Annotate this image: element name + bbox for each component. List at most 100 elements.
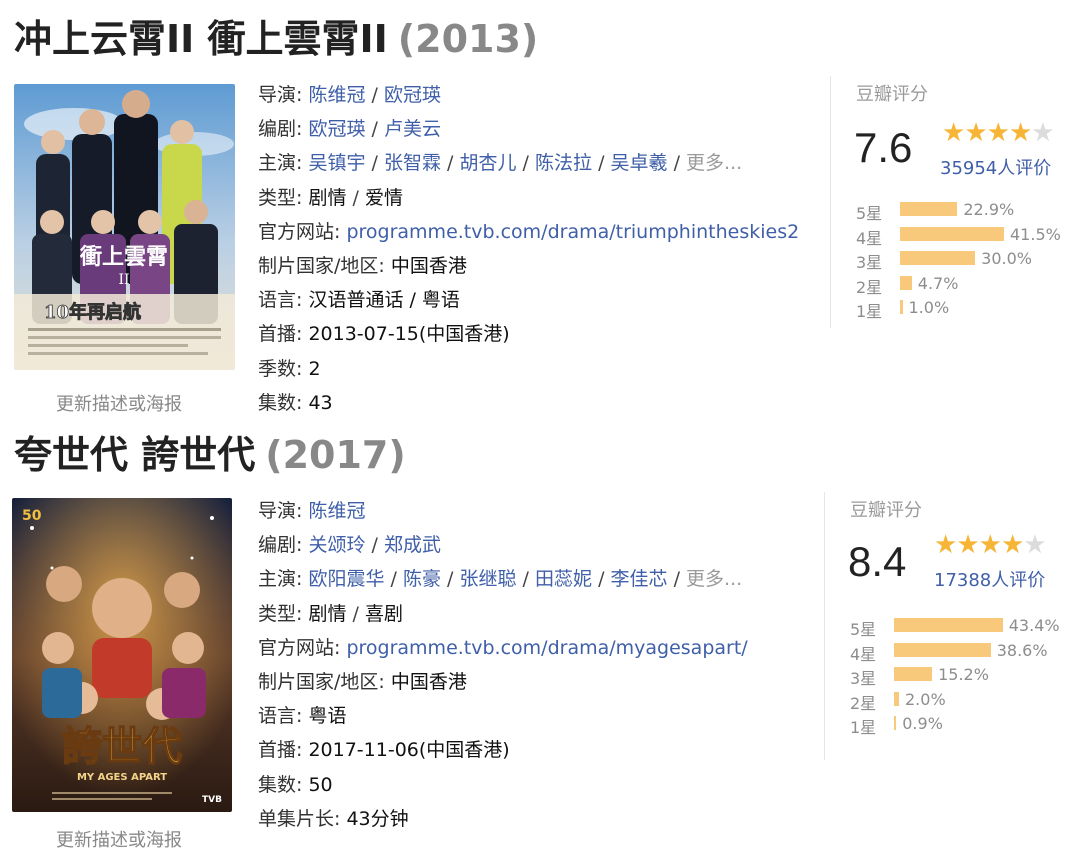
writer-link[interactable]: 欧冠瑛: [308, 118, 365, 140]
title-text: 冲上云霄II 衝上雲霄II: [14, 17, 388, 61]
rating-bar-row: 5星 22.9%: [856, 198, 1056, 223]
official-site-link[interactable]: programme.tvb.com/drama/triumphintheskie…: [346, 221, 799, 243]
info-panel: 导演: 陈维冠 / 欧冠瑛 编剧: 欧冠瑛 / 卢美云 主演: 吴镇宇 / 张智…: [258, 78, 799, 420]
genre-value: 剧情: [308, 186, 347, 209]
info-panel: 导演: 陈维冠 编剧: 关颂玲 / 郑成武 主演: 欧阳震华 / 陈豪 / 张继…: [258, 494, 748, 836]
official-site-link[interactable]: programme.tvb.com/drama/myagesapart/: [346, 637, 747, 659]
rating-bar: [894, 691, 899, 706]
rating-bar-percent: 1.0%: [908, 298, 950, 318]
poster-image[interactable]: 誇世代 MY AGES APART 50 TVB: [12, 498, 232, 812]
writer-label: 编剧:: [258, 118, 303, 141]
rating-score: 8.4: [848, 538, 907, 585]
cast-link[interactable]: 张智霖: [384, 152, 441, 174]
country-value: 中国香港: [390, 254, 467, 277]
rating-bar: [894, 667, 933, 682]
more-cast-link[interactable]: 更多...: [686, 568, 742, 590]
cast-link[interactable]: 李佳芯: [611, 568, 668, 590]
genre-row: 类型: 剧情 / 爱情: [258, 186, 403, 209]
cast-link[interactable]: 吴镇宇: [308, 152, 365, 174]
cast-label: 主演:: [258, 568, 303, 591]
director-link[interactable]: 欧冠瑛: [384, 84, 441, 106]
rating-bar-label: 1星: [856, 302, 883, 322]
update-poster-link[interactable]: 更新描述或海报: [56, 390, 182, 416]
episodes-value: 50: [308, 773, 333, 796]
language-label: 语言:: [258, 705, 303, 728]
premiere-value: 2013-07-15(中国香港): [308, 323, 510, 346]
poster-badge: 50: [22, 508, 42, 524]
writer-link[interactable]: 郑成武: [384, 534, 441, 556]
star-icon: ★: [942, 118, 965, 148]
director-row: 导演: 陈维冠: [258, 494, 748, 528]
rating-bar-row: 2星 2.0%: [850, 688, 1050, 713]
country-value: 中国香港: [390, 670, 467, 693]
site-label: 官方网站:: [258, 636, 341, 659]
rating-votes-link[interactable]: 17388人评价: [934, 566, 1045, 592]
cast-link[interactable]: 胡杏儿: [459, 152, 516, 174]
rating-bar-label: 3星: [850, 669, 877, 689]
star-empty-icon: ★: [1023, 530, 1046, 560]
episodes-label: 集数:: [258, 773, 303, 796]
episodes-value: 43: [308, 391, 333, 414]
rating-bar-percent: 41.5%: [1010, 224, 1061, 244]
rating-divider: [830, 76, 831, 328]
director-link[interactable]: 陈维冠: [308, 84, 365, 106]
rating-label: 豆瓣评分: [856, 84, 928, 105]
cast-link[interactable]: 陈豪: [403, 568, 441, 590]
rating-panel: 豆瓣评分 7.6 ★★★★★ 35954人评价 5星 22.9% 4星 41.5% 3星…: [830, 76, 1070, 328]
country-row: 制片国家/地区: 中国香港: [258, 665, 748, 699]
poster-image[interactable]: 衝上雲霄 II 10年再启航: [14, 84, 235, 370]
movie-entry-1: 冲上云霄II 衝上雲霄II (2013) 衝上雲霄 II 10年再启航 更新描述…: [0, 0, 1080, 420]
cast-link[interactable]: 欧阳震华: [308, 568, 384, 590]
star-icon: ★: [956, 530, 979, 560]
rating-score: 7.6: [854, 124, 913, 171]
rating-bar-row: 1星 1.0%: [856, 296, 1056, 321]
language-label: 语言:: [258, 289, 303, 312]
rating-bar-row: 1星 0.9%: [850, 712, 1050, 737]
poster-title: 誇世代: [62, 723, 182, 770]
rating-bar-label: 2星: [850, 693, 877, 713]
country-label: 制片国家/地区:: [258, 254, 385, 277]
season-label: 季数:: [258, 357, 303, 380]
rating-bar-label: 2星: [856, 277, 883, 297]
title-year: (2017): [265, 433, 406, 477]
writer-link[interactable]: 卢美云: [384, 118, 441, 140]
poster-subtitle: II: [118, 272, 129, 288]
update-poster-link[interactable]: 更新描述或海报: [56, 826, 182, 852]
cast-link[interactable]: 张继聪: [459, 568, 516, 590]
rating-bar-row: 3星 15.2%: [850, 663, 1050, 688]
rating-stars: ★★★★★: [942, 118, 1055, 148]
director-label: 导演:: [258, 500, 303, 522]
rating-bar: [900, 226, 1004, 241]
episodes-label: 集数:: [258, 391, 303, 414]
rating-bar-percent: 4.7%: [917, 273, 959, 293]
title-text: 夸世代 誇世代: [14, 433, 256, 477]
rating-votes-link[interactable]: 35954人评价: [940, 154, 1051, 180]
runtime-label: 单集片长:: [258, 807, 341, 830]
cast-link[interactable]: 陈法拉: [535, 152, 592, 174]
poster-title: 衝上雲霄: [79, 244, 168, 270]
country-row: 制片国家/地区: 中国香港: [258, 249, 799, 283]
star-icon: ★: [986, 118, 1010, 148]
rating-bar-row: 2星 4.7%: [856, 272, 1056, 297]
rating-distribution: 5星 43.4% 4星 38.6% 3星 15.2% 2星 2.0% 1星 0.9%: [850, 614, 1060, 744]
rating-bar-percent: 2.0%: [905, 689, 946, 709]
writer-link[interactable]: 关颂玲: [308, 534, 365, 556]
star-icon: ★: [1000, 530, 1024, 560]
poster-subtitle: MY AGES APART: [77, 772, 167, 783]
director-link[interactable]: 陈维冠: [308, 500, 365, 522]
genre-label: 类型:: [258, 602, 303, 625]
language-value: 汉语普通话 / 粤语: [308, 289, 460, 312]
rating-bar-percent: 43.4%: [1008, 616, 1060, 635]
page-title: 夸世代 誇世代 (2017): [14, 424, 406, 479]
more-cast-link[interactable]: 更多...: [686, 152, 742, 174]
country-label: 制片国家/地区:: [258, 670, 385, 693]
season-row: 季数: 2: [258, 352, 799, 386]
director-row: 导演: 陈维冠 / 欧冠瑛: [258, 84, 441, 106]
premiere-row: 首播: 2013-07-15(中国香港): [258, 317, 799, 351]
rating-bar-label: 5星: [850, 620, 877, 639]
cast-link[interactable]: 田蕊妮: [535, 568, 592, 590]
rating-bar: [894, 618, 1003, 632]
rating-bar: [894, 642, 991, 657]
rating-bar-row: 4星 41.5%: [856, 223, 1061, 248]
cast-link[interactable]: 吴卓羲: [611, 152, 668, 174]
